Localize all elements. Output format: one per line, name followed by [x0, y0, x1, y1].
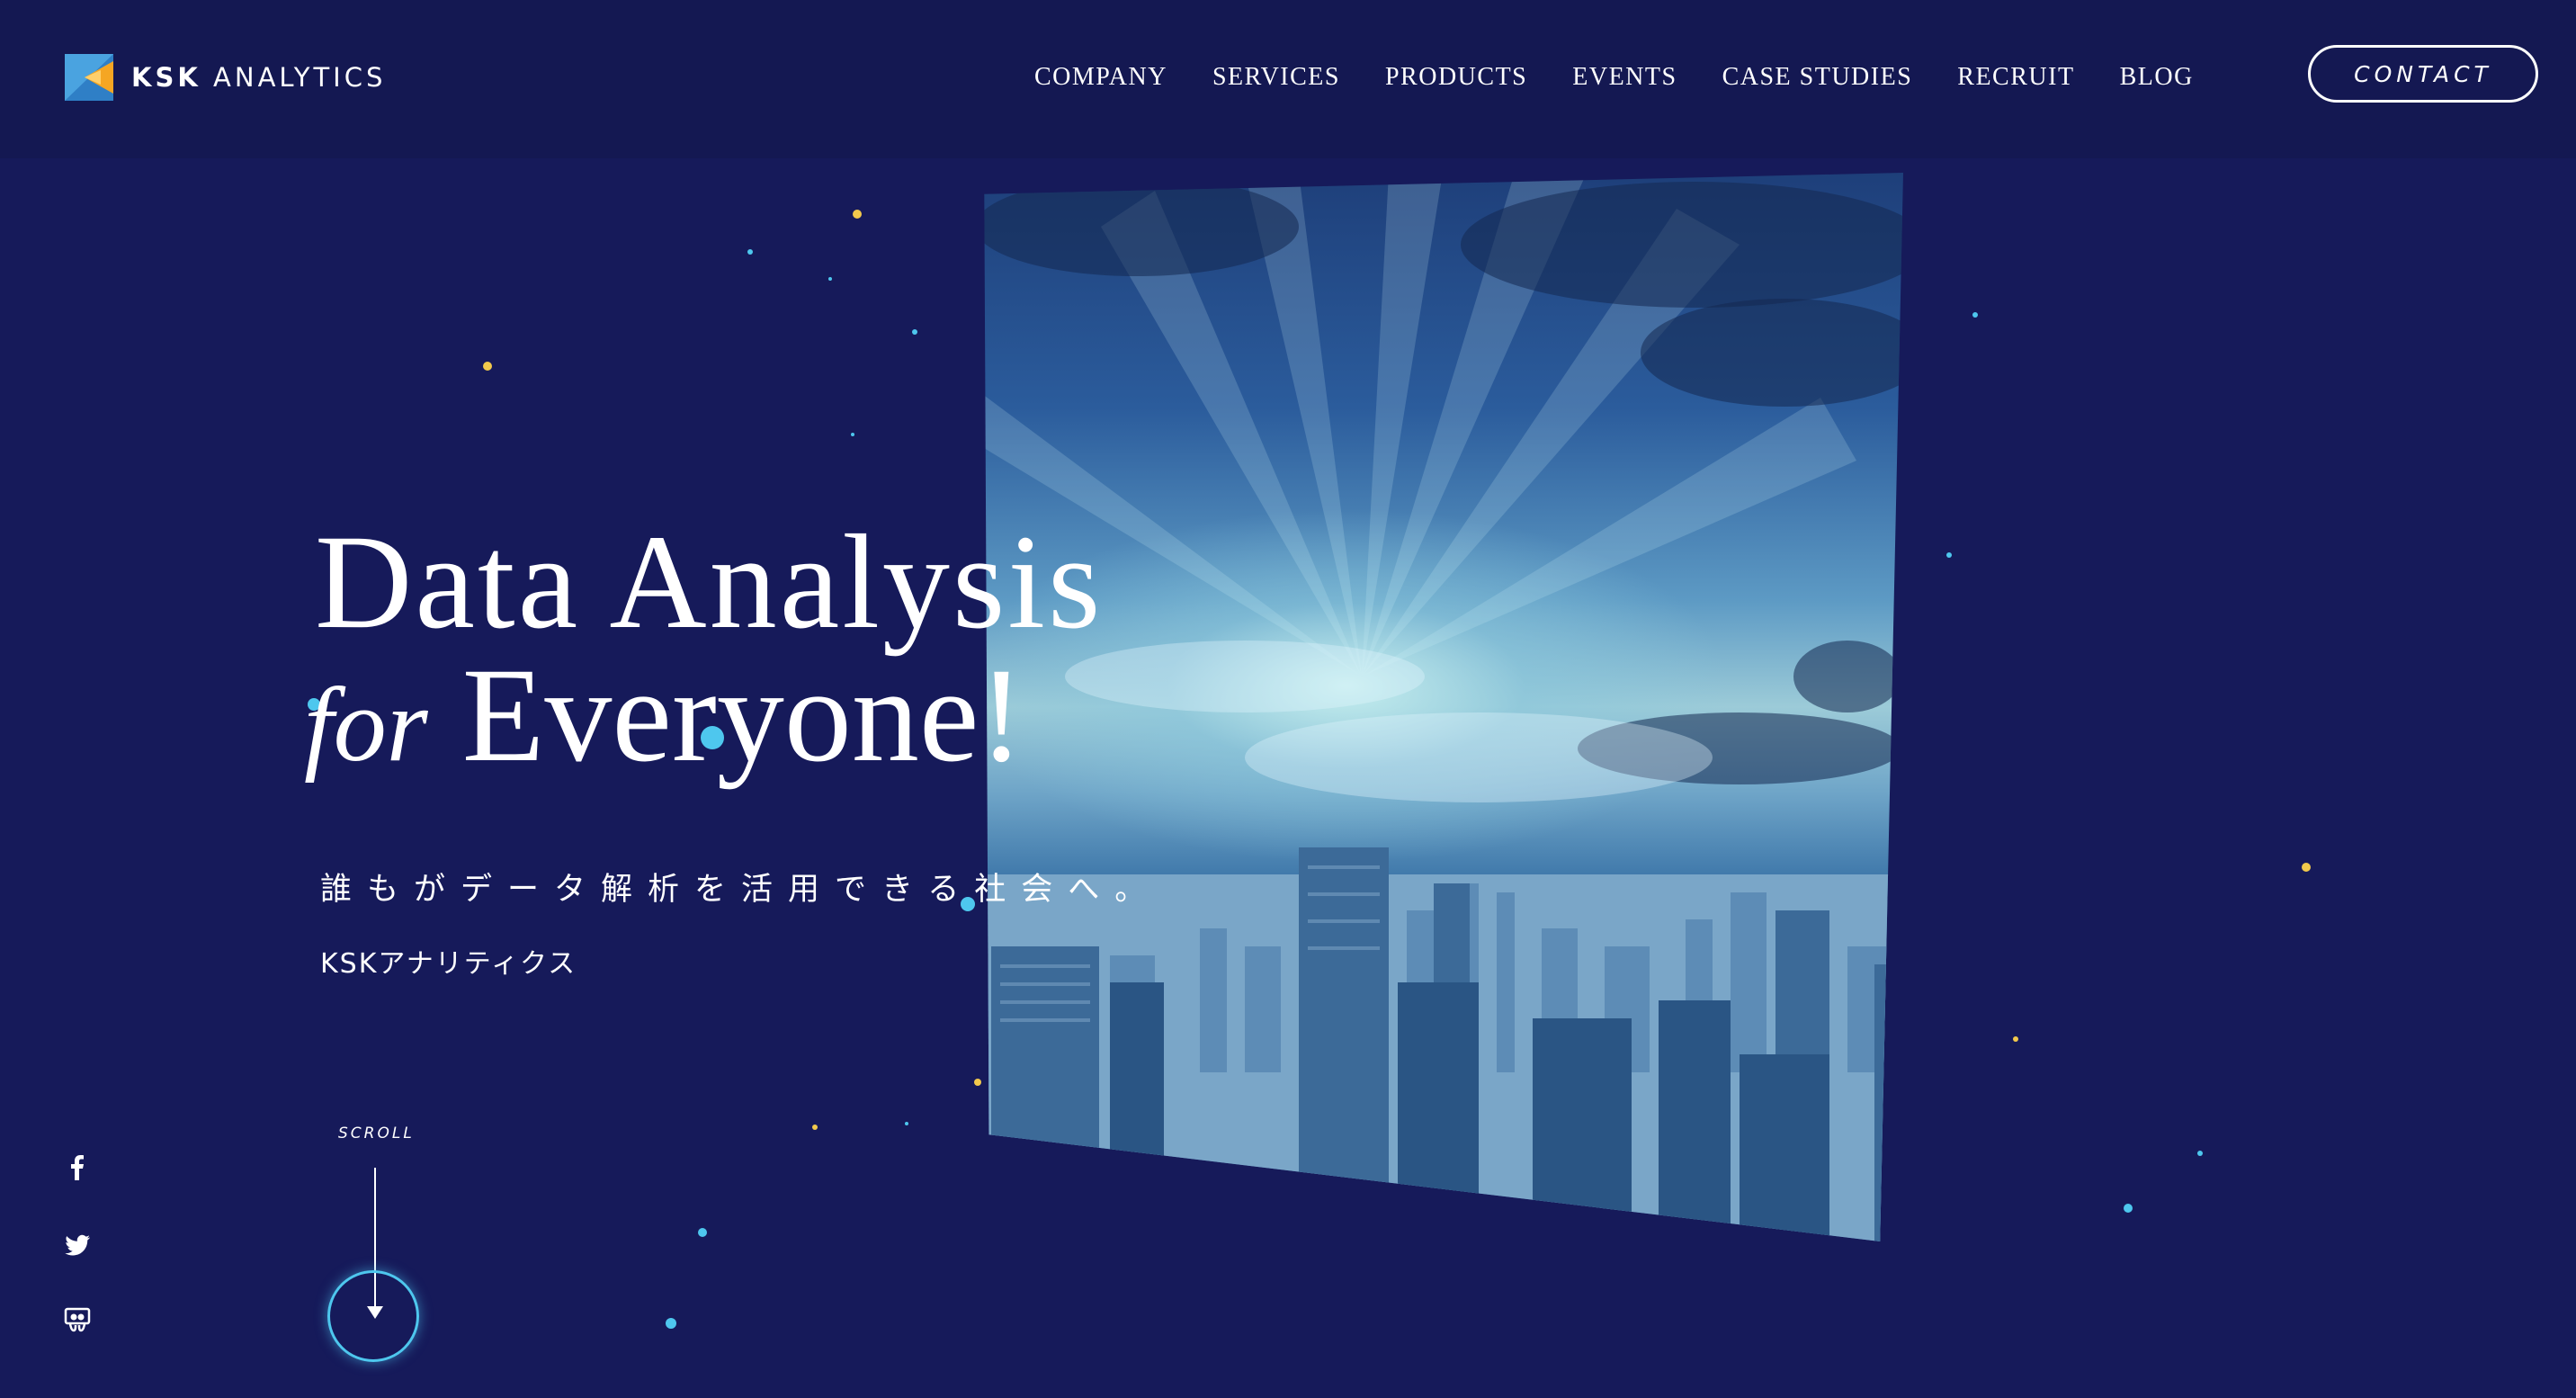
nav-events[interactable]: EVENTS	[1572, 59, 1677, 95]
logo-mark-icon	[65, 54, 113, 101]
hero-headline: Data Analysis for Everyone!	[304, 507, 1104, 793]
brand-logo[interactable]: KSK ANALYTICS	[65, 54, 386, 101]
hero-city-image	[984, 173, 1903, 1241]
brand-name-bold: KSK	[131, 62, 201, 93]
headline-everyone: Everyone!	[461, 641, 1024, 790]
facebook-icon	[71, 1155, 84, 1180]
main-nav: COMPANY SERVICES PRODUCTS EVENTS CASE ST…	[1034, 59, 2239, 95]
headline-line-2: for Everyone!	[304, 648, 1103, 793]
slideshare-icon	[64, 1307, 91, 1332]
nav-case-studies[interactable]: CASE STUDIES	[1722, 59, 1913, 95]
site-header: KSK ANALYTICS COMPANY SERVICES PRODUCTS …	[0, 0, 2576, 158]
brand-name-rest: ANALYTICS	[201, 62, 387, 93]
hero-subtitle: 誰もがデータ解析を活用できる社会へ。	[320, 872, 1162, 908]
nav-services[interactable]: SERVICES	[1212, 59, 1340, 95]
headline-line-1: Data Analysis	[315, 507, 1104, 657]
nav-products[interactable]: PRODUCTS	[1385, 59, 1527, 95]
page: KSK ANALYTICS COMPANY SERVICES PRODUCTS …	[0, 0, 2576, 1398]
brand-name: KSK ANALYTICS	[131, 62, 386, 93]
facebook-link[interactable]	[59, 1150, 95, 1186]
scroll-label: SCROLL	[338, 1125, 415, 1143]
headline-for: for	[304, 666, 428, 784]
nav-company[interactable]: COMPANY	[1034, 59, 1167, 95]
nav-blog[interactable]: BLOG	[2120, 59, 2194, 95]
hero-company-name: KSKアナリティクス	[320, 948, 577, 980]
slideshare-link[interactable]	[59, 1303, 95, 1339]
contact-button[interactable]: CONTACT	[2308, 45, 2538, 103]
nav-recruit[interactable]: RECRUIT	[1957, 59, 2074, 95]
twitter-link[interactable]	[59, 1227, 95, 1263]
twitter-icon	[65, 1234, 90, 1256]
arrow-down-icon	[367, 1306, 383, 1319]
